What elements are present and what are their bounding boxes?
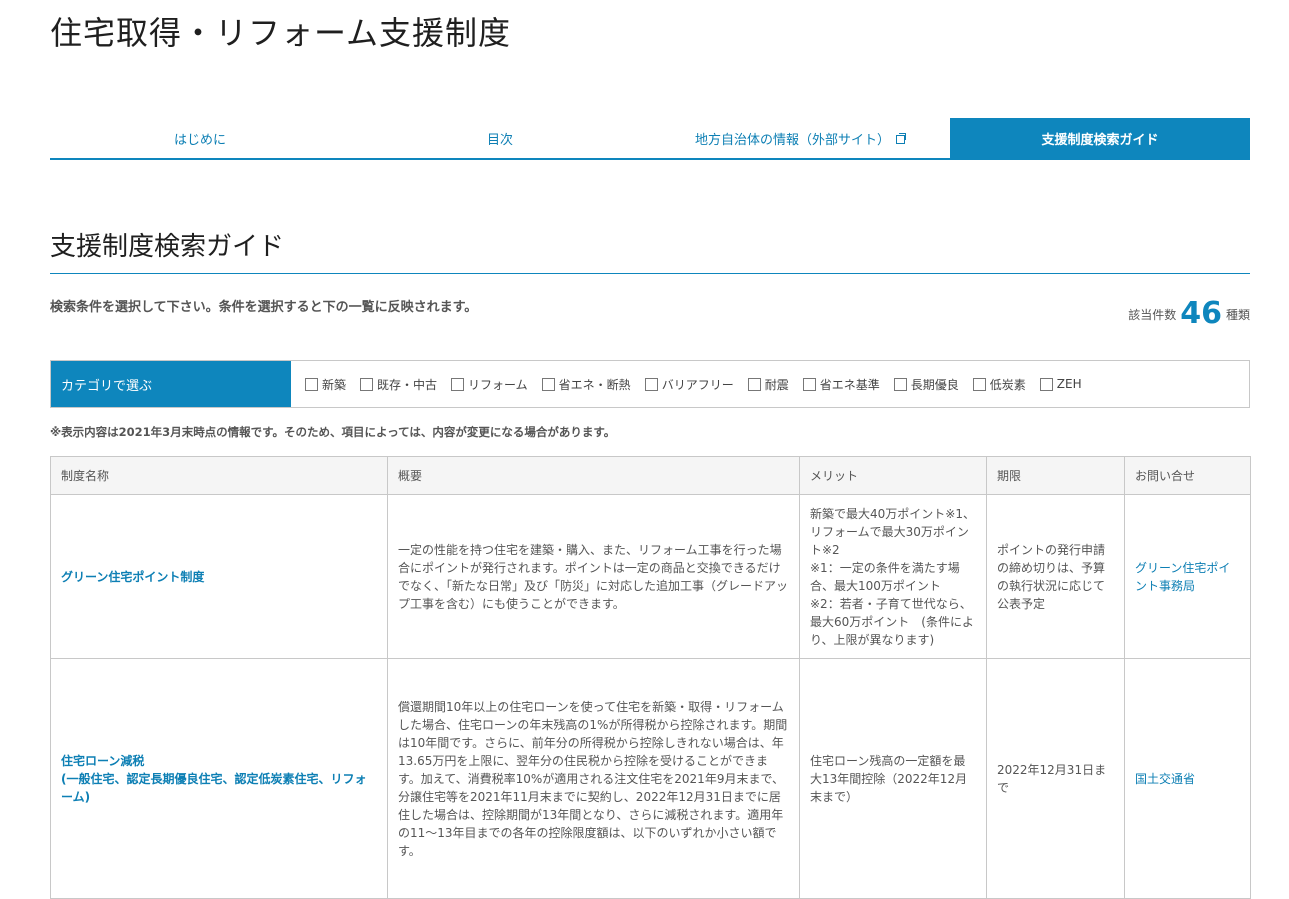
table-row: グリーン住宅ポイント制度 一定の性能を持つ住宅を建築・購入、また、リフォーム工事… xyxy=(50,494,1251,659)
option-label: リフォーム xyxy=(468,377,528,392)
info-date-note: ※表示内容は2021年3月末時点の情報です。そのため、項目によっては、内容が変更… xyxy=(50,425,616,439)
search-instruction: 検索条件を選択して下さい。条件を選択すると下の一覧に反映されます。 xyxy=(50,300,478,315)
category-option-insulation[interactable]: 省エネ・断熱 xyxy=(541,376,631,393)
column-header-merit: メリット xyxy=(799,456,987,495)
option-label: 低炭素 xyxy=(989,377,1026,392)
category-option-long-life[interactable]: 長期優良 xyxy=(893,376,959,393)
section-divider xyxy=(50,273,1250,274)
checkbox[interactable] xyxy=(541,377,555,391)
program-merit: 新築で最大40万ポイント※1、リフォームで最大30万ポイント※2 ※1：一定の条… xyxy=(799,494,987,659)
category-option-existing[interactable]: 既存・中古 xyxy=(360,376,437,393)
table-header-row: 制度名称 概要 メリット 期限 お問い合せ xyxy=(50,456,1251,495)
program-name-link[interactable]: グリーン住宅ポイント制度 xyxy=(50,494,388,659)
option-label: バリアフリー xyxy=(661,377,734,392)
tab-label: 支援制度検索ガイド xyxy=(1041,132,1159,148)
category-option-zeh[interactable]: ZEH xyxy=(1039,377,1082,391)
column-header-name: 制度名称 xyxy=(50,456,388,495)
count-value: 46 xyxy=(1180,296,1222,331)
category-option-reform[interactable]: リフォーム xyxy=(451,376,528,393)
tab-search-guide[interactable]: 支援制度検索ガイド xyxy=(950,118,1250,158)
external-link-icon xyxy=(896,132,906,144)
option-label: 耐震 xyxy=(764,377,789,392)
option-label: ZEH xyxy=(1056,377,1082,391)
program-name-link[interactable]: 住宅ローン減税 (一般住宅、認定長期優良住宅、認定低炭素住宅、リフォーム) xyxy=(50,658,388,899)
option-label: 新築 xyxy=(322,377,347,392)
checkbox[interactable] xyxy=(747,377,761,391)
result-count: 該当件数 46 種類 xyxy=(1128,296,1250,331)
program-deadline: ポイントの発行申請の締め切りは、予算の執行状況に応じて公表予定 xyxy=(986,494,1125,659)
support-table: 制度名称 概要 メリット 期限 お問い合せ グリーン住宅ポイント制度 一定の性能… xyxy=(50,456,1251,899)
section-title: 支援制度検索ガイド xyxy=(50,232,285,262)
program-contact-link[interactable]: グリーン住宅ポイント事務局 xyxy=(1124,494,1251,659)
checkbox[interactable] xyxy=(802,377,816,391)
option-label: 省エネ基準 xyxy=(819,377,880,392)
category-option-new[interactable]: 新築 xyxy=(305,376,346,393)
tab-bar: はじめに 目次 地方自治体の情報（外部サイト） 支援制度検索ガイド xyxy=(50,118,1250,160)
tab-label: 目次 xyxy=(486,132,513,148)
program-contact-link[interactable]: 国土交通省 xyxy=(1124,658,1251,899)
category-option-low-carbon[interactable]: 低炭素 xyxy=(972,376,1026,393)
checkbox[interactable] xyxy=(644,377,658,391)
tab-contents[interactable]: 目次 xyxy=(350,118,650,158)
option-label: 既存・中古 xyxy=(377,377,438,392)
program-summary: 償還期間10年以上の住宅ローンを使って住宅を新築・取得・リフォームした場合、住宅… xyxy=(387,658,800,899)
checkbox[interactable] xyxy=(972,377,986,391)
category-option-energy-standard[interactable]: 省エネ基準 xyxy=(802,376,880,393)
category-option-seismic[interactable]: 耐震 xyxy=(747,376,789,393)
checkbox[interactable] xyxy=(451,377,465,391)
category-option-barrier-free[interactable]: バリアフリー xyxy=(644,376,734,393)
column-header-contact: お問い合せ xyxy=(1124,456,1251,495)
checkbox[interactable] xyxy=(1039,377,1053,391)
table-row: 住宅ローン減税 (一般住宅、認定長期優良住宅、認定低炭素住宅、リフォーム) 償還… xyxy=(50,658,1251,899)
option-label: 長期優良 xyxy=(910,377,959,392)
column-header-summary: 概要 xyxy=(387,456,800,495)
program-summary: 一定の性能を持つ住宅を建築・購入、また、リフォーム工事を行った場合にポイントが発… xyxy=(387,494,800,659)
tab-local-government[interactable]: 地方自治体の情報（外部サイト） xyxy=(650,118,950,158)
checkbox[interactable] xyxy=(893,377,907,391)
program-merit: 住宅ローン残高の一定額を最大13年間控除（2022年12月末まで） xyxy=(799,658,987,899)
program-deadline: 2022年12月31日まで xyxy=(986,658,1125,899)
category-filter: カテゴリで選ぶ 新築 既存・中古 リフォーム 省エネ・断熱 バリアフリー 耐震 … xyxy=(50,360,1250,408)
count-suffix: 種類 xyxy=(1225,308,1250,322)
count-prefix: 該当件数 xyxy=(1128,308,1177,322)
category-options: 新築 既存・中古 リフォーム 省エネ・断熱 バリアフリー 耐震 省エネ基準 長期… xyxy=(291,376,1096,393)
page-title: 住宅取得・リフォーム支援制度 xyxy=(50,14,512,52)
column-header-deadline: 期限 xyxy=(986,456,1125,495)
checkbox[interactable] xyxy=(305,377,318,391)
tab-label: はじめに xyxy=(173,132,226,148)
option-label: 省エネ・断熱 xyxy=(558,377,631,392)
tab-introduction[interactable]: はじめに xyxy=(50,118,350,158)
tab-label: 地方自治体の情報（外部サイト） xyxy=(694,132,890,148)
category-filter-label: カテゴリで選ぶ xyxy=(51,361,291,407)
checkbox[interactable] xyxy=(360,377,374,391)
